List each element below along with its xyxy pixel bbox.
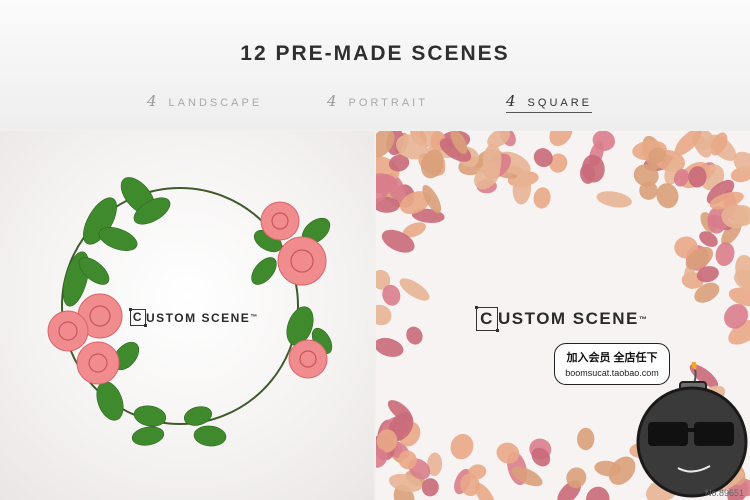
tab-portrait-count: 4	[327, 92, 337, 110]
scene-tabs: 4 LANDSCAPE 4 PORTRAIT 4 SQUARE	[0, 92, 750, 114]
tab-landscape-label: LANDSCAPE	[168, 97, 263, 109]
petal	[450, 433, 474, 460]
tab-landscape[interactable]: 4 LANDSCAPE	[147, 92, 262, 110]
header-banner: 12 PRE-MADE SCENES 4 LANDSCAPE 4 PORTRAI…	[0, 0, 750, 130]
petal	[399, 278, 430, 301]
petal	[549, 131, 573, 147]
custom-scene-label: C USTOM SCENE ™	[129, 308, 259, 327]
watermark-number: No.89651	[704, 488, 744, 498]
tab-square-label: SQUARE	[527, 97, 593, 109]
scene-preview-wreath[interactable]: C USTOM SCENE ™	[0, 131, 374, 500]
petal	[585, 486, 610, 500]
custom-scene-tm-large: ™	[638, 314, 649, 324]
custom-scene-tm: ™	[250, 314, 259, 321]
custom-scene-c-large: C	[475, 306, 499, 332]
tab-portrait[interactable]: 4 PORTRAIT	[327, 92, 428, 110]
page-title: 12 PRE-MADE SCENES	[240, 42, 510, 65]
custom-scene-text-large: USTOM SCENE	[498, 309, 639, 328]
custom-scene-label-large: C USTOM SCENE ™	[475, 306, 649, 332]
bomb-mascot-icon	[636, 362, 748, 498]
petal	[576, 427, 595, 451]
tab-landscape-count: 4	[147, 92, 157, 110]
custom-scene-text: USTOM SCENE	[146, 310, 251, 325]
petal	[406, 326, 423, 345]
tab-portrait-label: PORTRAIT	[348, 97, 428, 109]
petal	[533, 187, 551, 209]
petal	[376, 337, 404, 357]
custom-scene-c: C	[129, 308, 147, 327]
tab-square-count: 4	[506, 92, 516, 110]
tab-square[interactable]: 4 SQUARE	[506, 92, 593, 113]
petal	[596, 191, 632, 208]
